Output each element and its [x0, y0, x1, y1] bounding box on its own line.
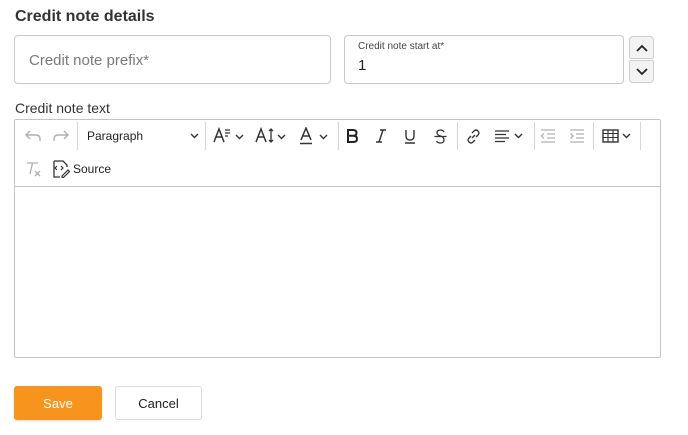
link-icon — [466, 128, 480, 144]
font-family-icon — [255, 127, 286, 143]
save-button[interactable]: Save — [14, 386, 102, 420]
outdent-button[interactable] — [539, 122, 557, 150]
remove-format-icon — [26, 162, 40, 177]
strikethrough-icon — [434, 128, 446, 144]
paragraph-style-dropdown[interactable]: Paragraph — [87, 122, 199, 150]
toolbar-separator — [593, 122, 594, 150]
toolbar-separator — [338, 122, 339, 150]
source-label: Source — [72, 162, 111, 176]
undo-button[interactable] — [23, 122, 43, 150]
source-button[interactable]: Source — [51, 155, 111, 183]
remove-format-button[interactable] — [23, 155, 43, 183]
toolbar-separator — [457, 122, 458, 150]
font-size-icon — [213, 127, 244, 143]
link-button[interactable] — [464, 122, 482, 150]
bold-icon — [347, 129, 358, 143]
chevron-down-icon — [190, 133, 199, 139]
toolbar-separator — [77, 122, 78, 150]
undo-icon — [25, 130, 41, 141]
increment-button[interactable] — [629, 36, 654, 59]
indent-button[interactable] — [568, 122, 586, 150]
redo-icon — [53, 130, 69, 141]
font-color-icon — [300, 127, 328, 145]
cancel-button[interactable]: Cancel — [115, 386, 202, 420]
table-dropdown[interactable] — [601, 122, 637, 150]
editor-toolbar: Paragraph Source — [15, 120, 660, 187]
paragraph-style-label: Paragraph — [87, 129, 144, 143]
rich-text-editor: Paragraph Source — [14, 119, 661, 358]
redo-button[interactable] — [51, 122, 71, 150]
font-color-dropdown[interactable] — [299, 122, 333, 150]
source-icon — [53, 160, 70, 178]
align-icon — [495, 130, 523, 143]
strikethrough-button[interactable] — [431, 122, 449, 150]
chevron-up-icon — [635, 44, 648, 52]
outdent-icon — [540, 129, 555, 143]
underline-icon — [405, 129, 415, 144]
italic-button[interactable] — [372, 122, 390, 150]
toolbar-separator — [640, 122, 641, 150]
chevron-down-icon — [635, 67, 648, 75]
credit-note-prefix-placeholder: Credit note prefix* — [29, 52, 150, 69]
credit-note-start-value: 1 — [358, 57, 367, 74]
indent-icon — [570, 129, 584, 143]
italic-icon — [376, 129, 386, 143]
credit-note-start-input[interactable]: Credit note start at* 1 — [344, 35, 624, 84]
alignment-dropdown[interactable] — [494, 122, 528, 150]
toolbar-separator — [205, 122, 206, 150]
font-size-dropdown[interactable] — [213, 122, 247, 150]
editor-content-area[interactable] — [15, 187, 660, 357]
credit-note-start-label: Credit note start at* — [358, 41, 445, 52]
table-icon — [602, 129, 631, 143]
bold-button[interactable] — [343, 122, 361, 150]
underline-button[interactable] — [401, 122, 419, 150]
decrement-button[interactable] — [629, 60, 654, 83]
credit-note-text-label: Credit note text — [15, 100, 110, 116]
toolbar-separator — [534, 122, 535, 150]
font-family-dropdown[interactable] — [255, 122, 289, 150]
section-title: Credit note details — [15, 8, 155, 25]
credit-note-prefix-input[interactable]: Credit note prefix* — [14, 35, 331, 84]
